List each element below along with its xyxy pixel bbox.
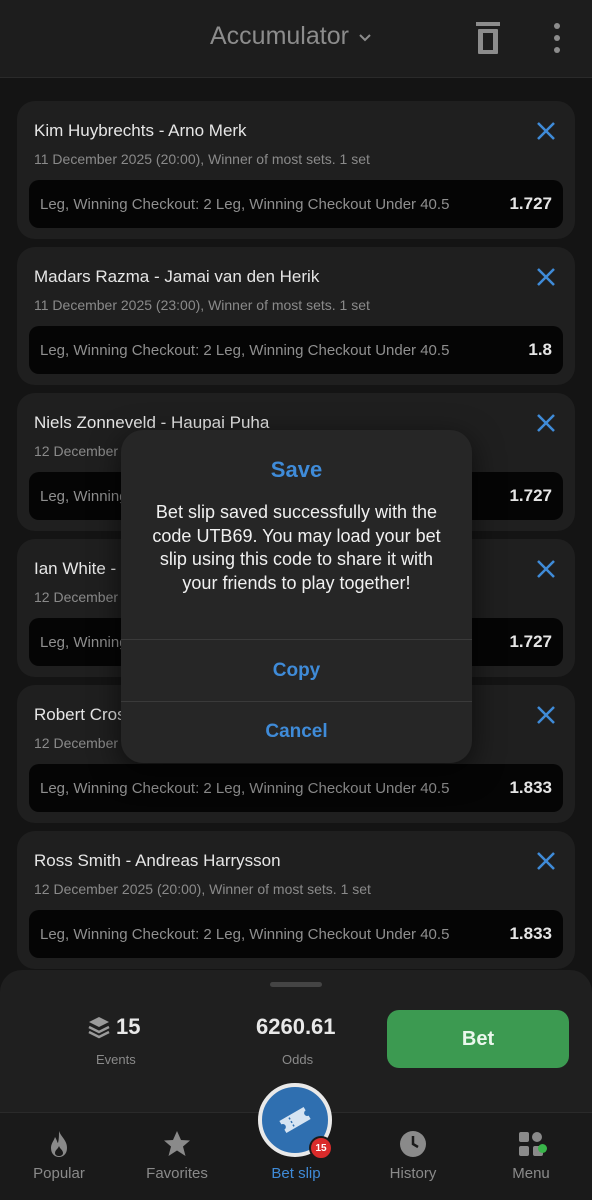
bet-card: Kim Huybrechts - Arno Merk 11 December 2… <box>17 101 575 239</box>
save-dialog: Save Bet slip saved successfully with th… <box>121 430 472 763</box>
match-title: Robert Cros <box>34 705 126 724</box>
copy-button[interactable]: Copy <box>121 660 472 682</box>
nav-label: Popular <box>33 1165 85 1182</box>
market-odds: 1.727 <box>509 486 552 505</box>
market-odds: 1.833 <box>509 924 552 943</box>
match-details: 12 December <box>34 589 119 605</box>
market-odds: 1.727 <box>509 194 552 213</box>
market-row: Leg, Winning Checkout: 2 Leg, Winning Ch… <box>29 326 563 374</box>
bet-card: Ross Smith - Andreas Harrysson 12 Decemb… <box>17 831 575 969</box>
remove-icon[interactable] <box>535 850 557 872</box>
chevron-down-icon <box>359 33 371 41</box>
trash-icon[interactable] <box>474 20 502 56</box>
events-count: 15 <box>88 1014 140 1040</box>
nav-label: Favorites <box>146 1165 208 1182</box>
bet-card: Madars Razma - Jamai van den Herik 11 De… <box>17 247 575 385</box>
match-title: Kim Huybrechts - Arno Merk <box>34 121 247 140</box>
dialog-message: Bet slip saved successfully with the cod… <box>152 502 441 593</box>
market-row: Leg, Winning Checkout: 2 Leg, Winning Ch… <box>29 910 563 958</box>
star-icon <box>164 1131 190 1156</box>
drag-handle[interactable] <box>270 982 322 987</box>
nav-favorites[interactable]: Favorites <box>118 1113 236 1200</box>
place-bet-button[interactable]: Bet <box>387 1010 569 1068</box>
remove-icon[interactable] <box>535 266 557 288</box>
events-value: 15 <box>116 1014 141 1039</box>
market-row: Leg, Winning Checkout: 2 Leg, Winning Ch… <box>29 764 563 812</box>
match-details: 12 December <box>34 735 119 751</box>
nav-label: Menu <box>512 1165 550 1182</box>
flame-icon <box>51 1131 67 1157</box>
remove-icon[interactable] <box>535 704 557 726</box>
match-details: 12 December <box>34 443 119 459</box>
match-title: Ross Smith - Andreas Harrysson <box>34 851 281 870</box>
more-options-icon[interactable] <box>545 20 569 56</box>
market-row: Leg, Winning Checkout: 2 Leg, Winning Ch… <box>29 180 563 228</box>
remove-icon[interactable] <box>535 558 557 580</box>
market-text: Leg, Winning <box>40 488 128 505</box>
market-text: Leg, Winning Checkout: 2 Leg, Winning Ch… <box>40 196 450 213</box>
market-text: Leg, Winning Checkout: 2 Leg, Winning Ch… <box>40 342 450 359</box>
nav-popular[interactable]: Popular <box>0 1113 118 1200</box>
betslip-count-badge: 15 <box>309 1136 333 1160</box>
cancel-button[interactable]: Cancel <box>121 721 472 743</box>
ticket-icon <box>279 1106 311 1134</box>
match-title: Ian White - <box>34 559 117 578</box>
match-details: 11 December 2025 (20:00), Winner of most… <box>34 151 370 167</box>
events-label: Events <box>96 1052 136 1067</box>
bet-type-dropdown[interactable]: Accumulator <box>210 22 373 51</box>
notification-dot <box>538 1144 547 1153</box>
header-title: Accumulator <box>210 22 349 50</box>
market-odds: 1.727 <box>509 632 552 651</box>
dialog-title: Save <box>270 457 323 482</box>
nav-menu[interactable]: Menu <box>472 1113 590 1200</box>
nav-history[interactable]: History <box>354 1113 472 1200</box>
match-title: Madars Razma - Jamai van den Herik <box>34 267 320 286</box>
app-header: Accumulator <box>0 0 592 78</box>
divider <box>121 639 472 640</box>
remove-icon[interactable] <box>535 412 557 434</box>
match-details: 12 December 2025 (20:00), Winner of most… <box>34 881 371 897</box>
market-odds: 1.833 <box>509 778 552 797</box>
match-details: 11 December 2025 (23:00), Winner of most… <box>34 297 370 313</box>
market-text: Leg, Winning Checkout: 2 Leg, Winning Ch… <box>40 780 450 797</box>
market-text: Leg, Winning Checkout: 2 Leg, Winning Ch… <box>40 926 450 943</box>
layers-icon <box>88 1017 110 1039</box>
nav-label: Bet slip <box>271 1165 321 1182</box>
remove-icon[interactable] <box>535 120 557 142</box>
total-odds-value: 6260.61 <box>256 1014 336 1039</box>
total-odds-label: Odds <box>282 1052 314 1067</box>
market-odds: 1.8 <box>528 340 552 359</box>
nav-label: History <box>389 1165 437 1182</box>
clock-icon <box>400 1131 426 1157</box>
divider <box>121 701 472 702</box>
market-text: Leg, Winning <box>40 634 128 651</box>
